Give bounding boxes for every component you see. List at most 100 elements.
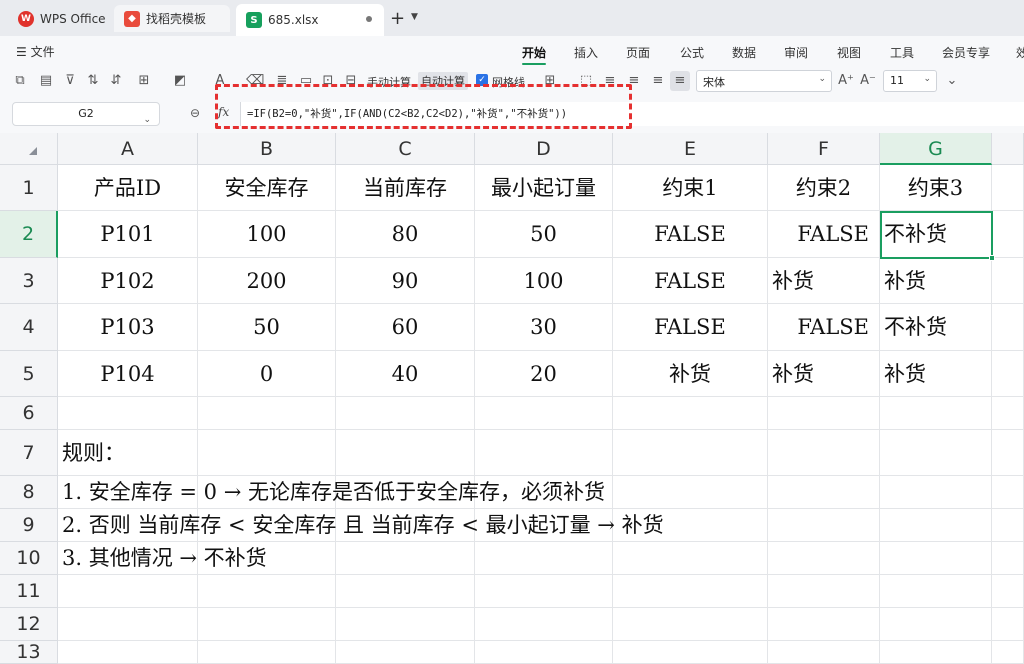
cell-D13[interactable]	[475, 641, 613, 664]
fx-icon[interactable]: fx	[218, 105, 229, 119]
font-name-select[interactable]: 宋体 ⌄	[696, 70, 832, 92]
cell-B1[interactable]: 安全库存	[198, 165, 336, 211]
cell-F6[interactable]	[768, 397, 880, 430]
auto-calc-button[interactable]: 自动计算	[418, 72, 468, 90]
cell-E3[interactable]: FALSE	[613, 258, 768, 304]
cell-A3[interactable]: P102	[58, 258, 198, 304]
cell-B4[interactable]: 50	[198, 304, 336, 351]
cell-G12[interactable]	[880, 608, 992, 641]
menu-item-insert[interactable]: 插入	[574, 44, 598, 61]
border-icon[interactable]: ⊞	[136, 73, 152, 89]
cell-G2[interactable]: 不补货	[880, 211, 992, 258]
new-tab-plus-icon[interactable]: +	[390, 8, 405, 29]
calc-icon[interactable]: ⊟	[343, 73, 359, 89]
cell-H2[interactable]	[992, 211, 1024, 258]
menu-item-home[interactable]: 开始	[522, 44, 546, 61]
cell-C10[interactable]	[336, 542, 475, 575]
file-menu[interactable]: ☰ 文件	[16, 43, 55, 60]
cell-D2[interactable]: 50	[475, 211, 613, 258]
cell-A12[interactable]	[58, 608, 198, 641]
cell-E11[interactable]	[613, 575, 768, 608]
cell-C2[interactable]: 80	[336, 211, 475, 258]
row-header-9[interactable]: 9	[0, 509, 58, 542]
cell-D10[interactable]	[475, 542, 613, 575]
menu-item-view[interactable]: 视图	[837, 44, 861, 61]
cell-G10[interactable]	[880, 542, 992, 575]
cell-B5[interactable]: 0	[198, 351, 336, 397]
cell-H13[interactable]	[992, 641, 1024, 664]
select-all-corner[interactable]	[0, 133, 58, 165]
cell-D4[interactable]: 30	[475, 304, 613, 351]
cell-H9[interactable]	[992, 509, 1024, 542]
menu-item-page[interactable]: 页面	[626, 44, 650, 61]
cell-H12[interactable]	[992, 608, 1024, 641]
row-header-11[interactable]: 11	[0, 575, 58, 608]
cell-G4[interactable]: 不补货	[880, 304, 992, 351]
cell-G3[interactable]: 补货	[880, 258, 992, 304]
sort-asc-icon[interactable]: ⇅	[85, 73, 101, 89]
tab-templates[interactable]: ◆ 找稻壳模板	[114, 5, 230, 32]
cell-C12[interactable]	[336, 608, 475, 641]
row-header-3[interactable]: 3	[0, 258, 58, 304]
row-header-10[interactable]: 10	[0, 542, 58, 575]
menu-item-formula[interactable]: 公式	[680, 44, 704, 61]
cell-G9[interactable]	[880, 509, 992, 542]
cell-F12[interactable]	[768, 608, 880, 641]
unsaved-dot-icon[interactable]	[366, 16, 372, 22]
paste-icon[interactable]: ▤	[38, 73, 54, 89]
cell-E1[interactable]: 约束1	[613, 165, 768, 211]
cell-B2[interactable]: 100	[198, 211, 336, 258]
cell-B3[interactable]: 200	[198, 258, 336, 304]
cell-G13[interactable]	[880, 641, 992, 664]
format-brush-icon[interactable]: ⌫	[246, 73, 264, 89]
cell-E2[interactable]: FALSE	[613, 211, 768, 258]
row-header-5[interactable]: 5	[0, 351, 58, 397]
cell-D11[interactable]	[475, 575, 613, 608]
menu-item-member[interactable]: 会员专享	[942, 44, 990, 61]
column-header-c[interactable]: C	[336, 133, 475, 165]
column-header-f[interactable]: F	[768, 133, 880, 165]
cell-A11[interactable]	[58, 575, 198, 608]
cell-A1[interactable]: 产品ID	[58, 165, 198, 211]
cell-C7[interactable]	[336, 430, 475, 476]
cell-H10[interactable]	[992, 542, 1024, 575]
cell-B12[interactable]	[198, 608, 336, 641]
cell-A2[interactable]: P101	[58, 211, 198, 258]
cell-C4[interactable]: 60	[336, 304, 475, 351]
cell-E7[interactable]	[613, 430, 768, 476]
cell-D12[interactable]	[475, 608, 613, 641]
cell-A4[interactable]: P103	[58, 304, 198, 351]
cell-F11[interactable]	[768, 575, 880, 608]
row-header-13[interactable]: 13	[0, 641, 58, 664]
cell-F9[interactable]	[768, 509, 880, 542]
menu-item-efficiency[interactable]: 效	[1016, 44, 1024, 61]
cell-H8[interactable]	[992, 476, 1024, 509]
cell-A6[interactable]	[58, 397, 198, 430]
filter-icon[interactable]: ⊽	[62, 73, 78, 89]
cell-D1[interactable]: 最小起订量	[475, 165, 613, 211]
cell-A13[interactable]	[58, 641, 198, 664]
freeze-icon[interactable]: ▭	[298, 73, 314, 89]
cell-F4[interactable]: FALSE	[768, 304, 880, 351]
cell-E5[interactable]: 补货	[613, 351, 768, 397]
cell-H3[interactable]	[992, 258, 1024, 304]
row-header-1[interactable]: 1	[0, 165, 58, 211]
cell-B6[interactable]	[198, 397, 336, 430]
cell-E13[interactable]	[613, 641, 768, 664]
column-header-b[interactable]: B	[198, 133, 336, 165]
cell-F5[interactable]: 补货	[768, 351, 880, 397]
column-header-h[interactable]	[992, 133, 1024, 165]
cell-C5[interactable]: 40	[336, 351, 475, 397]
row-header-8[interactable]: 8	[0, 476, 58, 509]
cell-G11[interactable]	[880, 575, 992, 608]
menu-item-review[interactable]: 审阅	[784, 44, 808, 61]
cell-D6[interactable]	[475, 397, 613, 430]
cell-E6[interactable]	[613, 397, 768, 430]
cell-F1[interactable]: 约束2	[768, 165, 880, 211]
column-header-d[interactable]: D	[475, 133, 613, 165]
align-left-icon[interactable]: ≡	[602, 73, 618, 89]
cell-F8[interactable]	[768, 476, 880, 509]
formula-input[interactable]: =IF(B2=0,"补货",IF(AND(C2<B2,C2<D2),"补货","…	[240, 102, 1024, 126]
cell-D7[interactable]	[475, 430, 613, 476]
cell-F13[interactable]	[768, 641, 880, 664]
